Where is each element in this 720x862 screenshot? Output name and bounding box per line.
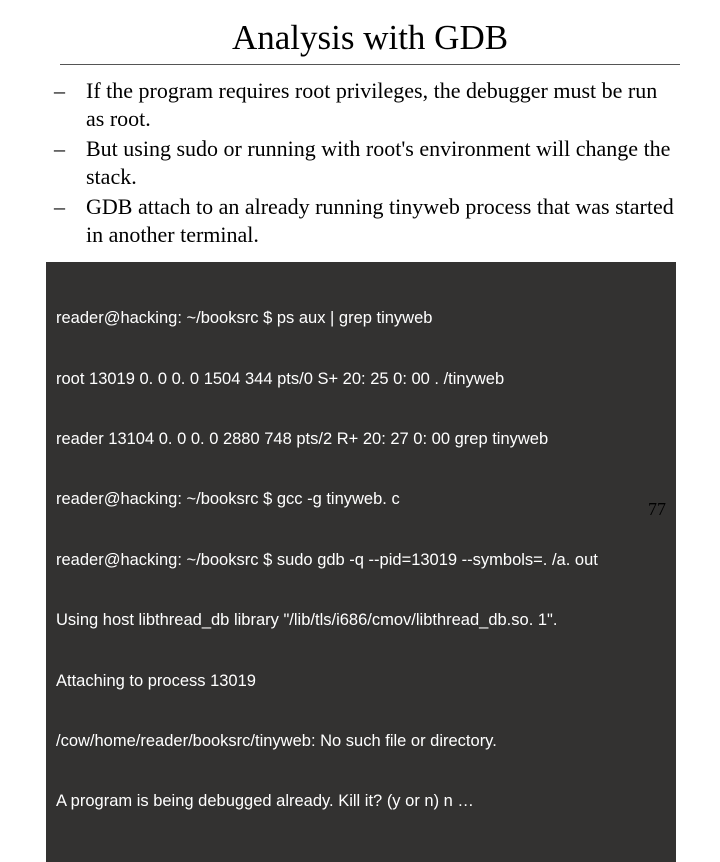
bullet-text: GDB attach to an already running tinyweb… xyxy=(86,194,674,247)
bullet-list: –If the program requires root privileges… xyxy=(70,77,680,248)
terminal-line: reader@hacking: ~/booksrc $ sudo gdb -q … xyxy=(56,550,666,570)
page-number: 77 xyxy=(648,499,666,520)
terminal-line: reader@hacking: ~/booksrc $ ps aux | gre… xyxy=(56,308,666,328)
terminal-line: Attaching to process 13019 xyxy=(56,671,666,691)
bullet-item: –But using sudo or running with root's e… xyxy=(70,135,680,190)
dash-icon: – xyxy=(70,193,86,221)
slide: Analysis with GDB –If the program requir… xyxy=(0,0,720,540)
dash-icon: – xyxy=(70,135,86,163)
bullet-item: –GDB attach to an already running tinywe… xyxy=(70,193,680,248)
terminal-block: reader@hacking: ~/booksrc $ ps aux | gre… xyxy=(46,262,676,862)
terminal-line: A program is being debugged already. Kil… xyxy=(56,791,666,811)
bullet-text: But using sudo or running with root's en… xyxy=(86,136,670,189)
terminal-line: /cow/home/reader/booksrc/tinyweb: No suc… xyxy=(56,731,666,751)
terminal-line: reader@hacking: ~/booksrc $ gcc -g tinyw… xyxy=(56,489,666,509)
bullet-item: –If the program requires root privileges… xyxy=(70,77,680,132)
dash-icon: – xyxy=(70,77,86,105)
terminal-line: reader 13104 0. 0 0. 0 2880 748 pts/2 R+… xyxy=(56,429,666,449)
slide-title: Analysis with GDB xyxy=(60,18,680,58)
terminal-line: root 13019 0. 0 0. 0 1504 344 pts/0 S+ 2… xyxy=(56,369,666,389)
terminal-line: Using host libthread_db library "/lib/tl… xyxy=(56,610,666,630)
title-divider xyxy=(60,64,680,65)
bullet-text: If the program requires root privileges,… xyxy=(86,78,657,131)
